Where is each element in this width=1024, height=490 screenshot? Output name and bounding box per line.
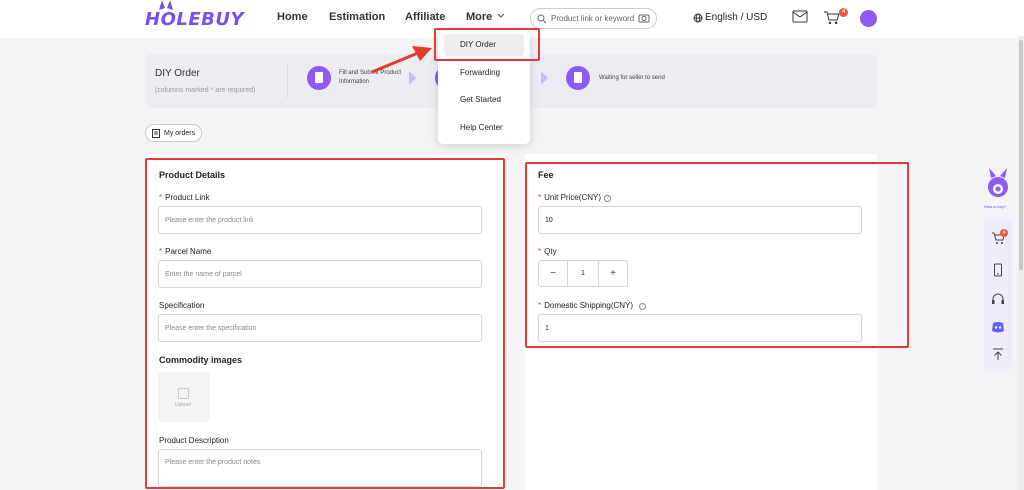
divider [287,64,288,98]
menu-item-forwarding[interactable]: Forwarding [460,68,500,77]
headset-support-icon[interactable] [991,292,1005,306]
mail-icon[interactable] [792,10,808,24]
nav-more[interactable]: More [466,11,505,23]
globe-icon [693,13,703,22]
nav-affiliate[interactable]: Affiliate [405,11,445,23]
required-note: (columns marked * are required) [155,87,256,94]
cart-icon[interactable] [823,10,840,25]
menu-item-help-center[interactable]: Help Center [460,123,503,132]
page-title: DIY Order [155,68,200,79]
annotation-arrow-icon [371,46,432,74]
back-to-top-icon[interactable] [991,347,1005,361]
step-ship-icon [566,66,590,90]
chevron-right-icon [541,71,548,85]
scrollbar-thumb[interactable] [1019,40,1023,270]
step-3-text: Waiting for seller to send [599,74,665,83]
how-to-buy-label[interactable]: How to buy? [984,204,1006,209]
mascot-icon[interactable] [985,168,1011,206]
logo-ears-icon [159,0,173,10]
nav-estimation[interactable]: Estimation [329,11,385,23]
camera-icon[interactable] [638,13,650,23]
highlight-box-diy-order [434,28,540,61]
language-currency-selector[interactable]: English / USD [693,12,767,23]
search-icon [537,14,547,23]
language-label: English / USD [705,12,768,23]
cart-count-badge: 4 [839,8,848,17]
logo-text: HOLEBUY [145,8,245,30]
highlight-box-product-details [145,158,505,489]
step-form-icon [307,66,331,90]
search-placeholder: Product link or keyword [551,14,635,23]
nav-more-label: More [466,11,493,23]
step-3-line1: Waiting for seller to send [599,75,665,81]
document-icon [152,128,160,138]
holebuy-logo[interactable]: HOLEBUY [145,0,245,30]
my-orders-button[interactable]: My orders [145,124,202,142]
chevron-down-icon [497,13,505,18]
search-bar[interactable]: Product link or keyword [530,8,657,29]
my-orders-label: My orders [164,129,196,137]
step-1-line2: Information [339,79,370,85]
mobile-phone-icon[interactable] [991,263,1005,277]
user-avatar[interactable] [860,10,877,27]
float-cart-badge: 4 [1000,229,1008,237]
highlight-box-fee [525,162,909,348]
nav-home[interactable]: Home [277,11,308,23]
discord-icon[interactable] [991,320,1005,334]
menu-item-get-started[interactable]: Get Started [460,95,501,104]
